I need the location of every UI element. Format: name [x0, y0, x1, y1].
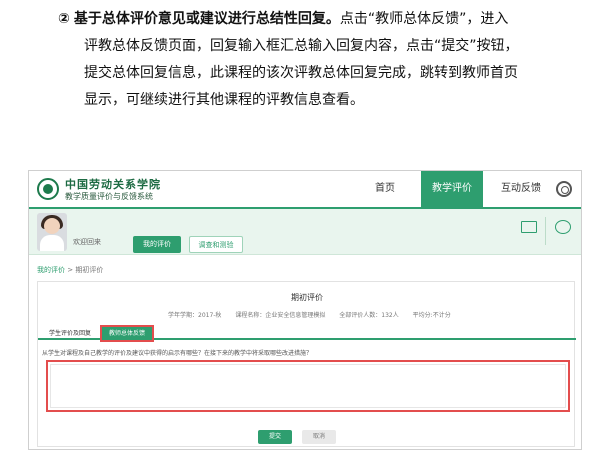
mail-icon[interactable] [521, 221, 537, 233]
avatar-head [44, 218, 60, 234]
subtab-bar: 学生评价及回复 教师总体反馈 [38, 324, 576, 342]
nav-teaching-eval[interactable]: 教学评价 [421, 171, 483, 207]
instruction-line-1: ② 基于总体评价意见或建议进行总结性回复。点击“教师总体反馈”，进入 [58, 6, 598, 33]
top-navigation-bar: 中国劳动关系学院 教学质量评价与反馈系统 首页 教学评价 互动反馈 [29, 171, 581, 209]
tab-my-evaluation[interactable]: 我的评价 [133, 236, 181, 253]
nav-interaction[interactable]: 互动反馈 [491, 171, 551, 207]
instruction-paragraph: ② 基于总体评价意见或建议进行总结性回复。点击“教师总体反馈”，进入 评教总体反馈… [58, 6, 598, 114]
instruction-line-4: 显示，可继续进行其他课程的评教信息查看。 [84, 92, 364, 108]
tab-student-replies[interactable]: 学生评价及回复 [42, 327, 98, 340]
breadcrumb-current: 期初评价 [75, 266, 104, 274]
tab-teacher-summary[interactable]: 教师总体反馈 [100, 325, 154, 342]
chat-icon[interactable] [555, 220, 571, 234]
step-heading: 基于总体评价意见或建议进行总结性回复。 [73, 11, 340, 27]
instruction-line-1-rest: 点击“教师总体反馈”，进入 [339, 11, 509, 27]
instruction-line-3: 提交总体回复信息，此课程的该次评教总体回复完成，跳转到教师首页 [84, 65, 518, 81]
average-info: 平均分:不计分 [412, 312, 451, 319]
breadcrumb-separator: > [67, 266, 74, 274]
cancel-button[interactable]: 取消 [302, 430, 336, 444]
profile-banner: 欢迎回来 我的评价 调查和测验 [29, 209, 581, 255]
reply-input-highlight [46, 360, 570, 412]
submit-button[interactable]: 提交 [258, 430, 292, 444]
feedback-card: 期初评价 学年学期：2017-秋 课程名称：企业安全信息管理模拟 全部评价人数：… [37, 281, 576, 447]
nav-home[interactable]: 首页 [359, 171, 411, 207]
logo-title: 中国劳动关系学院 [65, 178, 161, 191]
breadcrumb: 我的评价 > 期初评价 [37, 265, 103, 275]
embedded-screenshot: 中国劳动关系学院 教学质量评价与反馈系统 首页 教学评价 互动反馈 欢迎回来 我… [28, 170, 582, 450]
icon-divider [545, 217, 546, 245]
reply-question: 从学生对课程及自己教学的评价及建议中获得的启示有哪些？在接下来的教学中将采取哪些… [42, 350, 313, 357]
card-title: 期初评价 [291, 293, 323, 302]
school-logo-icon [37, 178, 59, 200]
logo-subtitle: 教学质量评价与反馈系统 [65, 192, 153, 201]
breadcrumb-root[interactable]: 我的评价 [37, 266, 65, 274]
instruction-line-2: 评教总体反馈页面，回复输入框汇总输入回复内容，点击“提交”按钮， [84, 38, 519, 54]
avatar-body [40, 235, 64, 251]
course-info: 课程名称：企业安全信息管理模拟 [235, 312, 326, 319]
reply-textarea[interactable] [50, 364, 566, 408]
step-number: ② [58, 11, 70, 27]
welcome-text: 欢迎回来 [73, 238, 101, 246]
semester-info: 学年学期：2017-秋 [168, 312, 222, 319]
avatar [37, 213, 67, 251]
tab-survey[interactable]: 调查和测验 [189, 236, 243, 253]
course-info-row: 学年学期：2017-秋 课程名称：企业安全信息管理模拟 全部评价人数：132人 … [168, 310, 463, 319]
gear-icon[interactable] [556, 181, 572, 197]
total-count-info: 全部评价人数：132人 [339, 312, 399, 319]
